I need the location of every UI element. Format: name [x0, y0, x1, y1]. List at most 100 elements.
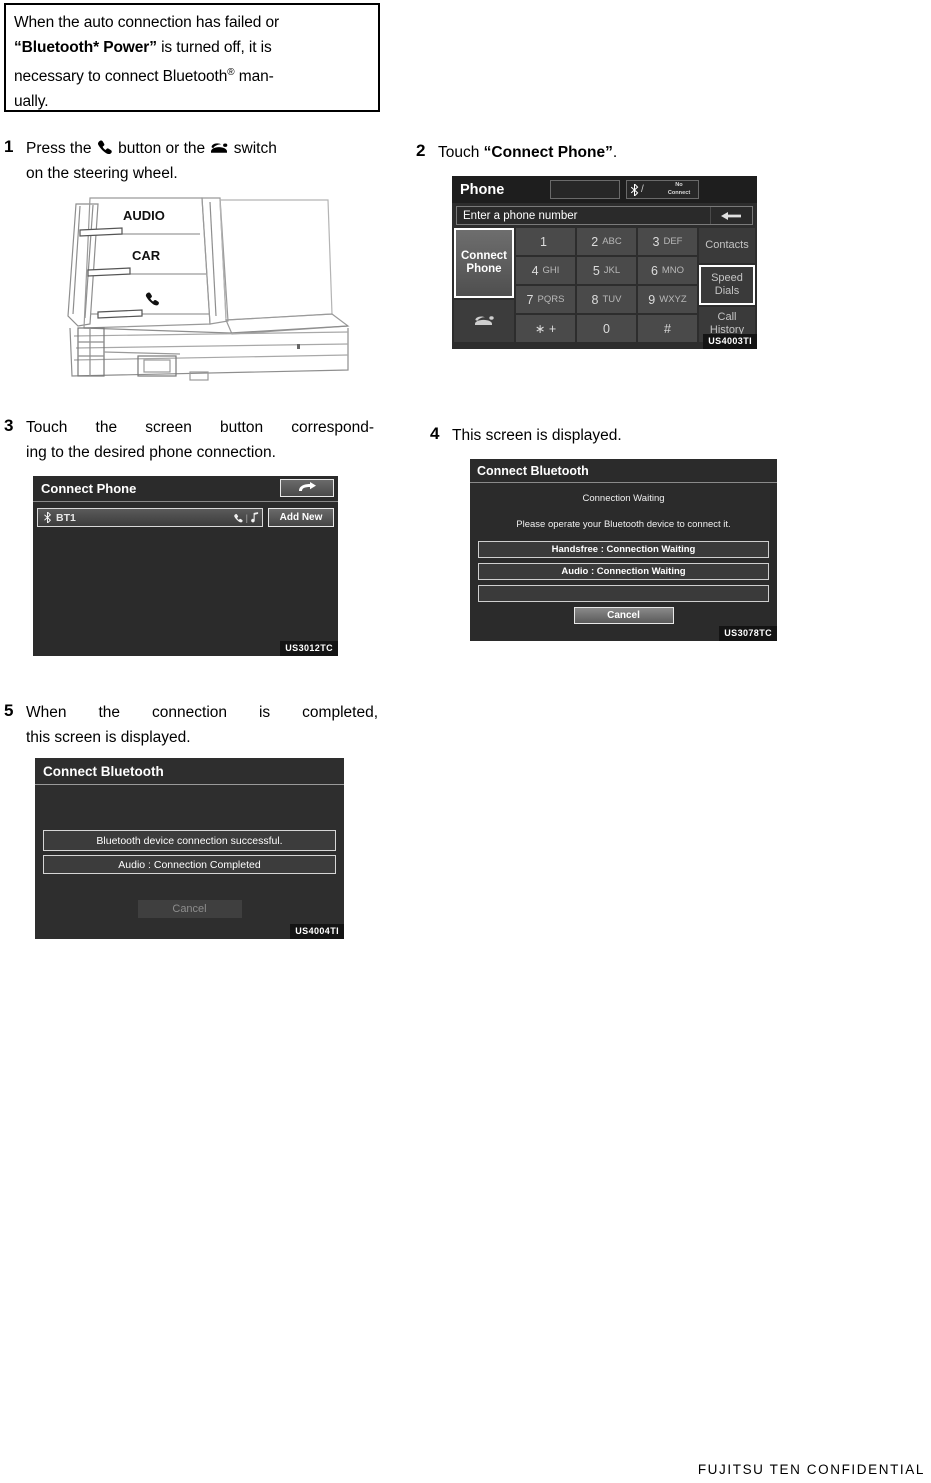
keypad-key-3[interactable]: 3 DEF — [638, 228, 697, 255]
step-4-line-1: This screen is displayed. — [452, 427, 622, 444]
note-line-2-rest: is turned off, it is — [156, 39, 272, 56]
phone-keypad-grid: 1 2 ABC 3 DEF 4 GHI 5 JKL 6 MNO 7 PQRS 8 TUV 9W… — [516, 228, 697, 342]
keypad-key-4[interactable]: 4 GHI — [516, 257, 575, 284]
cancel-button-disabled: Cancel — [137, 900, 242, 918]
step-1: 1 Press the button or the switch on the … — [4, 136, 394, 186]
keypad-key-7[interactable]: 7 PQRS — [516, 286, 575, 313]
bluetooth-status-indicator: / No Connect — [626, 180, 699, 199]
note-line-4: ually. — [14, 93, 49, 111]
connect-phone-label-2: Phone — [466, 262, 502, 275]
step-2-bold-target: “Connect Phone” — [483, 144, 613, 161]
audio-completed-row: Audio : Connection Completed — [43, 855, 336, 874]
speed-dials-button[interactable]: Speed Dials — [699, 265, 755, 305]
success-screen-header: Connect Bluetooth — [35, 758, 344, 785]
step-5: 5 When the connection is completed, this… — [4, 700, 394, 750]
keypad-key-6[interactable]: 6 MNO — [638, 257, 697, 284]
step-1-number: 1 — [4, 137, 14, 156]
audio-status-row: Audio : Connection Waiting — [478, 563, 769, 580]
telephone-icon — [209, 141, 229, 154]
steering-wheel-illustration: AUDIO CAR — [67, 197, 350, 381]
waiting-screen-header: Connect Bluetooth — [470, 459, 777, 483]
phone-handset-icon — [145, 292, 159, 306]
confidential-footer: FUJITSU TEN CONFIDENTIAL — [697, 1462, 925, 1477]
note-line-3-b: man- — [234, 68, 274, 86]
phone-number-input[interactable]: Enter a phone number — [456, 206, 753, 225]
step-5-line-1: When the connection is completed, — [26, 704, 378, 721]
phone-keypad-screenshot: Phone / No Connect Enter a phone number … — [452, 176, 757, 349]
note-line-1: When the auto connection has failed or — [14, 14, 280, 31]
handsfree-status-row: Handsfree : Connection Waiting — [478, 541, 769, 558]
phone-left-column: Connect Phone — [454, 228, 514, 342]
phone-screen-title: Phone — [460, 181, 505, 198]
keypad-key-9[interactable]: 9 WXYZ — [638, 286, 697, 313]
bluetooth-icon — [630, 183, 639, 196]
phone-keypad-body: Connect Phone 1 2 ABC 3 DEF 4 GHI 5 JKL 6 MNO… — [452, 228, 757, 344]
bluetooth-icon — [44, 512, 52, 523]
step-1-text: Press the button or the switch on the st… — [26, 136, 277, 186]
connect-phone-header: Connect Phone — [33, 476, 338, 502]
music-note-icon — [251, 512, 259, 523]
step-1-text-c: switch — [233, 140, 277, 157]
step-5-number: 5 — [4, 701, 14, 720]
phone-right-column: Contacts Speed Dials Call History — [699, 228, 755, 342]
no-connect-line-1: No — [675, 182, 683, 188]
step-4: 4 This screen is displayed. — [430, 423, 790, 448]
connect-phone-button[interactable]: Connect Phone — [454, 228, 514, 298]
keypad-key-1[interactable]: 1 — [516, 228, 575, 255]
manual-page: When the auto connection has failed or “… — [0, 0, 931, 1483]
step-1-text-b: button or the — [118, 140, 206, 157]
step-2-number: 2 — [416, 141, 426, 160]
no-connect-line-2: Connect — [667, 189, 691, 196]
success-screen-title: Connect Bluetooth — [43, 763, 164, 779]
step-3: 3 Touch the screen button correspond- in… — [4, 415, 384, 465]
backspace-arrow-icon[interactable] — [710, 207, 750, 224]
success-spacer-2 — [35, 878, 344, 900]
figure-code-us4003ti: US4003TI — [703, 334, 757, 349]
step-3-line-1: Touch the screen button correspond- — [26, 419, 374, 436]
empty-status-row — [478, 585, 769, 602]
step-3-line-2: ing to the desired phone connection. — [26, 444, 276, 461]
phone-number-placeholder: Enter a phone number — [463, 209, 578, 222]
step-2: 2 Touch “Connect Phone”. — [416, 140, 776, 165]
no-connect-indicator: No Connect — [664, 182, 694, 197]
return-arrow-icon[interactable] — [280, 479, 334, 497]
note-bold-term: “Bluetooth* Power” — [14, 39, 157, 56]
status-separator: / — [641, 184, 644, 195]
phone-handset-icon — [233, 513, 243, 522]
keypad-key-5[interactable]: 5 JKL — [577, 257, 636, 284]
paired-device-row: BT1 | Add New — [37, 508, 334, 527]
connect-phone-list-screenshot: Connect Phone BT1 | Add New US3012TC — [33, 476, 338, 656]
connect-phone-title: Connect Phone — [41, 481, 137, 496]
success-spacer — [35, 785, 344, 830]
add-new-button[interactable]: Add New — [268, 508, 334, 527]
phone-handset-icon — [96, 140, 114, 154]
phone-screen-name-field — [550, 180, 620, 199]
waiting-message: Please operate your Bluetooth device to … — [516, 519, 731, 530]
device-bt1-button[interactable]: BT1 | — [37, 508, 263, 527]
hangup-telephone-icon — [475, 316, 494, 326]
connect-bluetooth-success-screenshot: Connect Bluetooth Bluetooth device conne… — [35, 758, 344, 939]
steering-label-car: CAR — [132, 248, 161, 263]
cancel-button[interactable]: Cancel — [573, 607, 674, 624]
speed-dials-label: Speed Dials — [711, 271, 743, 297]
step-2-text-a: Touch — [438, 144, 484, 161]
keypad-key-2[interactable]: 2 ABC — [577, 228, 636, 255]
keypad-key-0[interactable]: 0 — [577, 315, 636, 342]
keypad-key-star[interactable]: ∗ + — [516, 315, 575, 342]
steering-label-audio: AUDIO — [123, 208, 165, 223]
keypad-key-hash[interactable]: # — [638, 315, 697, 342]
step-4-text: This screen is displayed. — [452, 423, 622, 448]
waiting-screen-title: Connect Bluetooth — [477, 463, 589, 478]
keypad-key-8[interactable]: 8 TUV — [577, 286, 636, 313]
hangup-button[interactable] — [454, 299, 514, 342]
contacts-button[interactable]: Contacts — [699, 228, 755, 264]
step-1-text-a: Press the — [26, 140, 92, 157]
device-profile-icons: | — [233, 512, 259, 523]
figure-code-us3012tc: US3012TC — [280, 641, 338, 656]
note-line-3-a: necessary to connect Bluetooth — [14, 68, 228, 86]
note-line-3: necessary to connect Bluetooth® man- — [14, 60, 371, 89]
waiting-heading: Connection Waiting — [582, 493, 665, 504]
intro-note-box: When the auto connection has failed or “… — [4, 3, 380, 112]
figure-code-us3078tc: US3078TC — [719, 626, 777, 641]
step-3-text: Touch the screen button correspond- ing … — [26, 415, 374, 465]
